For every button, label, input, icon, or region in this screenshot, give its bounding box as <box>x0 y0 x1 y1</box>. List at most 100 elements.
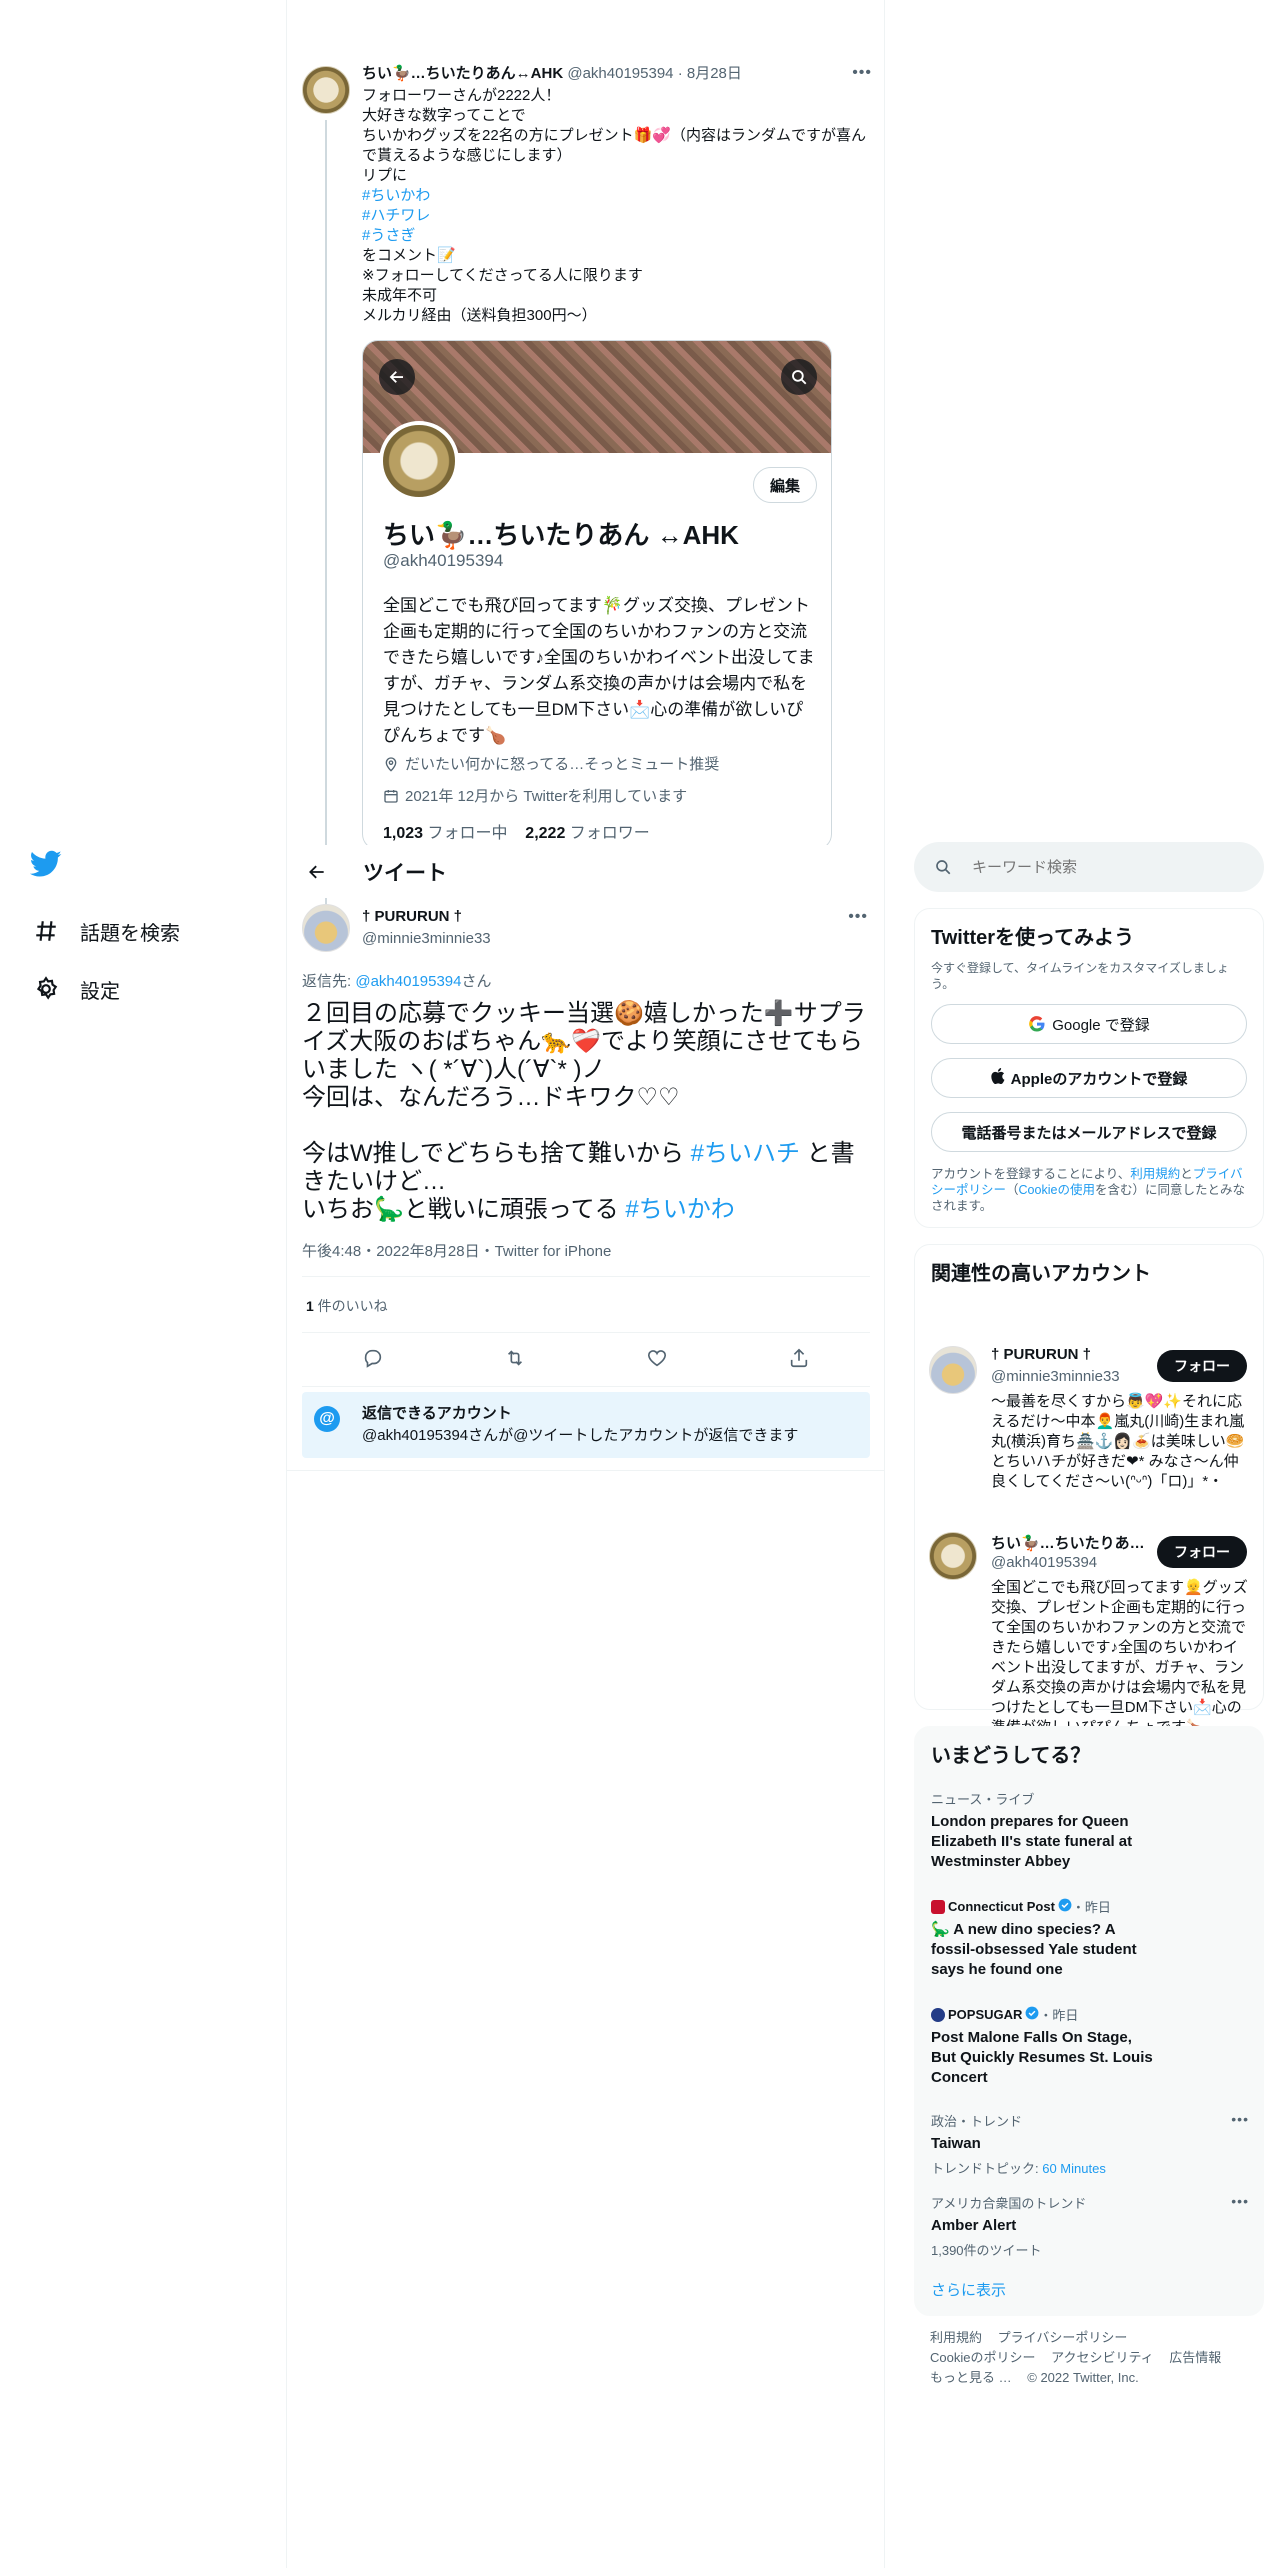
google-signup-label: Google で登録 <box>1052 1016 1150 1034</box>
nav-settings-label: 設定 <box>80 980 120 1003</box>
profile-location: だいたい何かに怒ってる…そっとミュート推奨 <box>383 753 719 774</box>
trends-title: いまどうしてる？ <box>931 1745 1091 1767</box>
trend-topic-link[interactable]: 60 Minutes <box>1042 2161 1106 2176</box>
profile-name: ちい🦆…ちいたりあん ↔AHK <box>383 520 739 550</box>
account-name[interactable]: † PURURUN † <box>991 1346 1091 1363</box>
reply-to-link[interactable]: @akh40195394 <box>355 973 461 990</box>
likes-count[interactable]: 1 件のいいね <box>306 1296 388 1316</box>
tweet-timestamp[interactable]: 午後4:48・2022年8月28日・Twitter for iPhone <box>302 1240 611 1261</box>
footer-link[interactable]: Cookieのポリシー <box>930 2350 1035 2365</box>
trend-time: ・昨日 <box>1071 1900 1111 1915</box>
author-handle[interactable]: @akh40195394 <box>567 65 673 82</box>
google-signup-button[interactable]: Google で登録 <box>931 1004 1247 1044</box>
author-handle[interactable]: @minnie3minnie33 <box>362 930 491 947</box>
tweet-line: いちお🦕と戦いに頑張ってる #ちいかわ <box>302 1196 870 1224</box>
hashtag-link[interactable]: #ちいハチ <box>691 1140 800 1167</box>
edit-profile-button: 編集 <box>752 467 817 503</box>
like-icon[interactable] <box>646 1347 668 1374</box>
who-can-reply-text: @akh40195394さんが@ツイートしたアカウントが返信できます <box>362 1427 799 1444</box>
follow-button[interactable]: フォロー <box>1157 1536 1247 1568</box>
search-input[interactable] <box>972 858 1232 876</box>
footer-more-link[interactable]: もっと見る … <box>930 2370 1012 2385</box>
left-navigation: 話題を検索 設定 <box>29 850 270 1018</box>
author-name[interactable]: † PURURUN † <box>362 908 462 925</box>
avatar[interactable] <box>302 66 350 114</box>
at-sign-icon: @ <box>314 1406 340 1432</box>
tweet-text: フォローワーさんが2222人！ 大好きな数字ってことで ちいかわグッズを22名の… <box>362 86 874 326</box>
tweet-text: ２回目の応募でクッキー当選🍪嬉しかった➕サプライズ大阪のおばちゃん🐆❤️‍🩹でよ… <box>302 1000 870 1224</box>
author-name[interactable]: ちい🦆…ちいたりあん↔AHK <box>362 65 563 82</box>
footer-link[interactable]: 利用規約 <box>930 2330 982 2345</box>
who-can-reply-banner: @ 返信できるアカウント @akh40195394さんが@ツイートしたアカウント… <box>302 1392 870 1458</box>
search-bar[interactable] <box>914 842 1264 892</box>
avatar[interactable] <box>302 904 350 952</box>
tweet-line: 今はW推しでどちらも捨て難いから #ちいハチ と書きたいけど… <box>302 1140 870 1196</box>
more-icon[interactable]: ••• <box>1231 2193 1249 2209</box>
follow-button[interactable]: フォロー <box>1157 1350 1247 1382</box>
more-icon[interactable]: ••• <box>852 64 872 82</box>
twitter-logo-icon[interactable] <box>29 850 66 886</box>
thread-line <box>325 120 327 905</box>
trend-source: POPSUGAR ・昨日 <box>931 2005 1249 2024</box>
retweet-icon[interactable] <box>504 1347 526 1374</box>
hashtag-link[interactable]: #ちいかわ <box>362 187 430 204</box>
divider <box>302 1276 870 1277</box>
trend-item[interactable]: POPSUGAR ・昨日 Post Malone Falls On Stage,… <box>931 2005 1249 2088</box>
footer-link[interactable]: 広告情報 <box>1169 2350 1221 2365</box>
cookie-link[interactable]: Cookieの使用 <box>1019 1183 1095 1197</box>
terms-text: アカウントを登録することにより、利用規約とプライバシーポリシー（Cookieの使… <box>931 1166 1247 1214</box>
profile-screenshot-image[interactable]: 編集 ちい🦆…ちいたりあん ↔AHK @akh40195394 全国どこでも飛び… <box>362 340 832 850</box>
hashtag-link[interactable]: #うさぎ <box>362 227 415 244</box>
tweet-line: リプに <box>362 167 408 184</box>
back-arrow-icon[interactable] <box>299 854 335 890</box>
trend-item[interactable]: Connecticut Post ・昨日 🦕 A new dino specie… <box>931 1897 1249 1980</box>
verified-badge-icon <box>1058 1898 1072 1915</box>
trend-category: ニュース・ライブ <box>931 1792 1035 1807</box>
footer: 利用規約 プライバシーポリシー Cookieのポリシー アクセシビリティ 広告情… <box>930 2328 1250 2388</box>
trend-sub: トレンドトピック: 60 Minutes <box>931 2158 1249 2177</box>
likes-number: 1 <box>306 1298 314 1314</box>
signup-title: Twitterを使ってみよう <box>931 927 1135 949</box>
following-count: 1,023 <box>383 825 424 842</box>
trend-item[interactable]: アメリカ合衆国のトレンド ••• Amber Alert 1,390件のツイート <box>931 2193 1249 2259</box>
reply-prefix: 返信先: <box>302 973 356 990</box>
account-handle[interactable]: @akh40195394 <box>991 1554 1097 1571</box>
trend-category: 政治・トレンド <box>931 2114 1023 2129</box>
signup-subtitle: 今すぐ登録して、タイムラインをカスタマイズしましょう。 <box>931 961 1229 991</box>
avatar[interactable] <box>929 1346 977 1394</box>
phone-email-signup-button[interactable]: 電話番号またはメールアドレスで登録 <box>931 1112 1247 1152</box>
news-logo-icon <box>931 2007 945 2022</box>
search-icon <box>781 359 817 395</box>
news-logo-icon <box>931 1899 945 1914</box>
apple-signup-button[interactable]: Appleのアカウントで登録 <box>931 1058 1247 1098</box>
terms-part: と <box>1180 1167 1193 1181</box>
footer-link[interactable]: プライバシーポリシー <box>998 2330 1128 2345</box>
more-icon[interactable]: ••• <box>1231 2111 1249 2127</box>
related-title: 関連性の高いアカウント <box>931 1263 1151 1285</box>
nav-settings[interactable]: 設定 <box>30 960 270 1018</box>
gear-icon <box>30 973 62 1005</box>
avatar[interactable] <box>929 1532 977 1580</box>
profile-bio: 全国どこでも飛び回ってます🎋グッズ交換、プレゼント企画も定期的に行って全国のちい… <box>383 596 815 745</box>
terms-link[interactable]: 利用規約 <box>1130 1167 1180 1181</box>
show-more-link[interactable]: さらに表示 <box>931 2279 1249 2300</box>
divider <box>302 1332 870 1333</box>
text-part: 今はW推しでどちらも捨て難いから <box>302 1140 691 1167</box>
account-handle[interactable]: @minnie3minnie33 <box>991 1368 1120 1385</box>
hashtag-link[interactable]: #ちいかわ <box>625 1196 734 1223</box>
share-icon[interactable] <box>788 1347 810 1374</box>
trend-title: Taiwan <box>931 2135 981 2152</box>
reply-icon[interactable] <box>362 1347 384 1374</box>
trend-title: Post Malone Falls On Stage, But Quickly … <box>931 2029 1153 2086</box>
trend-item[interactable]: 政治・トレンド ••• Taiwan トレンドトピック: 60 Minutes <box>931 2111 1249 2177</box>
nav-explore[interactable]: 話題を検索 <box>30 902 270 960</box>
tweet-date[interactable]: 8月28日 <box>687 65 742 82</box>
trend-item[interactable]: ニュース・ライブ London prepares for Queen Eliza… <box>931 1789 1249 1872</box>
more-icon[interactable]: ••• <box>848 908 868 926</box>
location-icon <box>385 756 397 772</box>
footer-link[interactable]: アクセシビリティ <box>1051 2350 1154 2365</box>
account-name[interactable]: ちい🦆…ちいたりあ… <box>991 1532 1145 1553</box>
hashtag-link[interactable]: #ハチワレ <box>362 207 430 224</box>
terms-part: （ <box>1006 1183 1019 1197</box>
right-column-divider <box>884 0 885 2568</box>
